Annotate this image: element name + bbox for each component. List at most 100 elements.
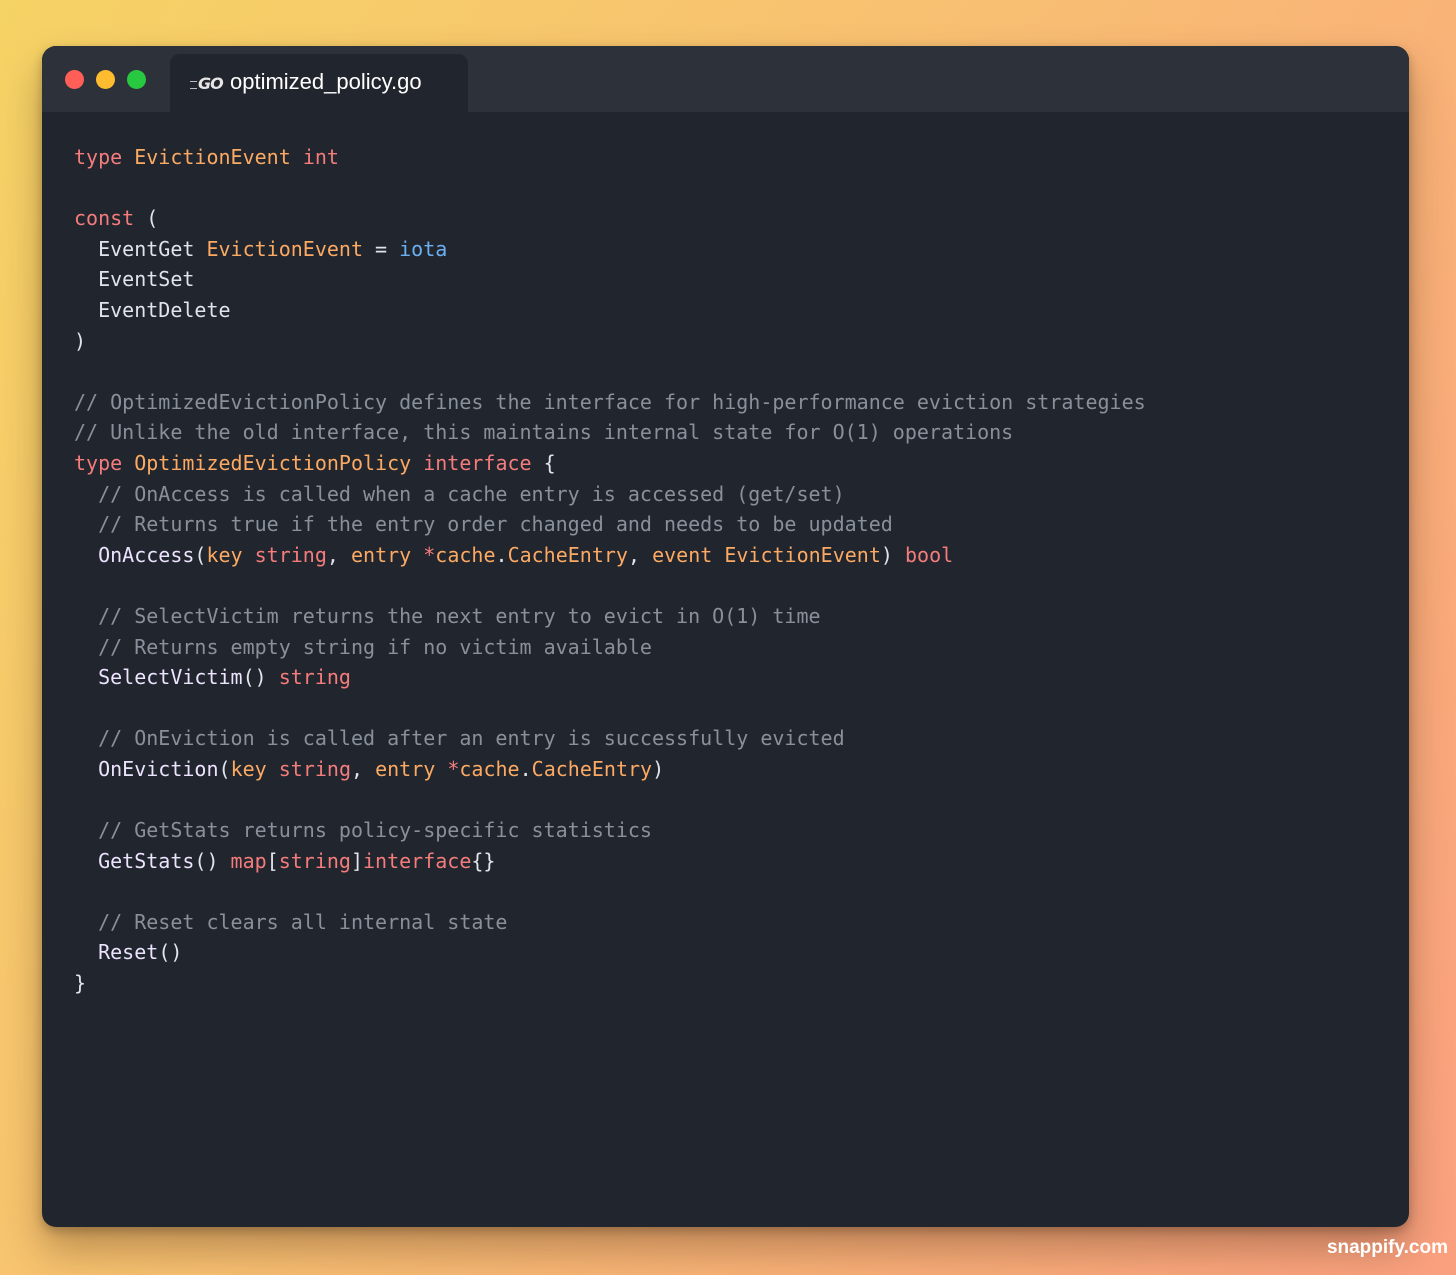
code-token: OptimizedEvictionPolicy xyxy=(134,450,412,475)
code-token: // Returns true if the entry order chang… xyxy=(74,512,893,537)
code-token: type xyxy=(74,145,123,169)
code-token: EvictionEvent xyxy=(206,236,363,261)
code-token: = xyxy=(363,236,400,261)
code-token: ) xyxy=(652,756,665,781)
code-token: EvictionEvent xyxy=(724,542,881,567)
code-line: const ( xyxy=(74,203,1146,234)
code-line: } xyxy=(74,968,1146,999)
code-token: * xyxy=(423,542,436,567)
code-token: interface xyxy=(363,848,472,873)
code-token: () xyxy=(242,665,279,690)
code-line: // Returns empty string if no victim ava… xyxy=(74,632,1146,663)
code-token: // OnEviction is called after an entry i… xyxy=(74,726,845,751)
code-line: OnAccess(key string, entry *cache.CacheE… xyxy=(74,540,1146,571)
code-line: // OptimizedEvictionPolicy defines the i… xyxy=(74,387,1146,418)
code-token: [ xyxy=(266,848,279,873)
code-token: Reset xyxy=(98,940,159,965)
code-token: ( xyxy=(134,206,159,231)
code-token: map xyxy=(230,848,267,873)
title-bar: GO optimized_policy.go xyxy=(42,46,1409,112)
code-token: OnAccess xyxy=(98,542,195,567)
code-token: // Returns empty string if no victim ava… xyxy=(74,634,652,659)
code-token: EventGet xyxy=(74,236,207,261)
code-line: EventGet EvictionEvent = iota xyxy=(74,234,1146,265)
code-token: // Reset clears all internal state xyxy=(74,909,508,934)
code-token: * xyxy=(447,756,460,781)
code-token: cache xyxy=(459,756,520,781)
minimize-window-button[interactable] xyxy=(96,70,115,89)
watermark: snappify.com xyxy=(1326,1237,1448,1258)
code-token: , xyxy=(350,756,376,781)
code-token: int xyxy=(302,145,339,169)
file-tab-title: optimized_policy.go xyxy=(230,69,422,94)
code-token: { xyxy=(531,450,556,475)
code-editor: type EvictionEvent int const ( EventGet E… xyxy=(74,142,1146,999)
code-token: ) xyxy=(74,328,87,353)
code-token: } xyxy=(74,971,87,996)
code-line: Reset() xyxy=(74,937,1146,968)
code-token: EventSet xyxy=(74,267,195,292)
code-line: // OnAccess is called when a cache entry… xyxy=(74,479,1146,510)
code-token: key xyxy=(230,756,267,781)
code-token: () xyxy=(194,848,231,873)
file-tab[interactable]: GO optimized_policy.go xyxy=(170,54,468,112)
code-line: OnEviction(key string, entry *cache.Cach… xyxy=(74,754,1146,785)
code-line: // GetStats returns policy-specific stat… xyxy=(74,815,1146,846)
code-token: string xyxy=(278,756,351,781)
code-token: // GetStats returns policy-specific stat… xyxy=(74,818,652,843)
code-token: const xyxy=(74,206,135,231)
code-token: interface xyxy=(423,450,532,475)
code-token: ] xyxy=(350,848,364,873)
code-token: type xyxy=(74,450,123,475)
code-token: string xyxy=(278,848,351,873)
code-line: // Unlike the old interface, this mainta… xyxy=(74,417,1146,448)
code-token: EvictionEvent xyxy=(134,145,291,169)
code-line: EventSet xyxy=(74,264,1146,295)
code-token: iota xyxy=(399,236,448,261)
code-line: // OnEviction is called after an entry i… xyxy=(74,723,1146,754)
code-token: cache xyxy=(435,542,496,567)
code-token: CacheEntry xyxy=(531,756,653,781)
code-token: bool xyxy=(904,542,954,567)
code-token: string xyxy=(278,665,351,690)
code-window: GO optimized_policy.go type EvictionEven… xyxy=(42,46,1409,1227)
code-token: // SelectVictim returns the next entry t… xyxy=(74,603,821,628)
code-line: ) xyxy=(74,326,1146,357)
close-window-button[interactable] xyxy=(65,70,84,89)
code-token: EventDelete xyxy=(74,297,231,322)
code-line: // Reset clears all internal state xyxy=(74,907,1146,938)
code-token: , xyxy=(326,542,351,567)
code-token: ( xyxy=(194,542,207,567)
code-token: // OnAccess is called when a cache entry… xyxy=(74,481,845,506)
code-token: // OptimizedEvictionPolicy defines the i… xyxy=(74,389,1146,414)
code-token: {} xyxy=(471,848,496,873)
maximize-window-button[interactable] xyxy=(127,70,146,89)
code-line: // SelectVictim returns the next entry t… xyxy=(74,601,1146,632)
go-language-icon: GO xyxy=(190,74,224,94)
code-token: OnEviction xyxy=(98,756,219,781)
code-token: GetStats xyxy=(98,848,195,873)
code-token: entry xyxy=(350,542,412,567)
code-line: type EvictionEvent int xyxy=(74,142,1146,173)
code-token: () xyxy=(158,940,183,965)
code-token: string xyxy=(254,542,327,567)
code-token: . xyxy=(495,542,508,567)
